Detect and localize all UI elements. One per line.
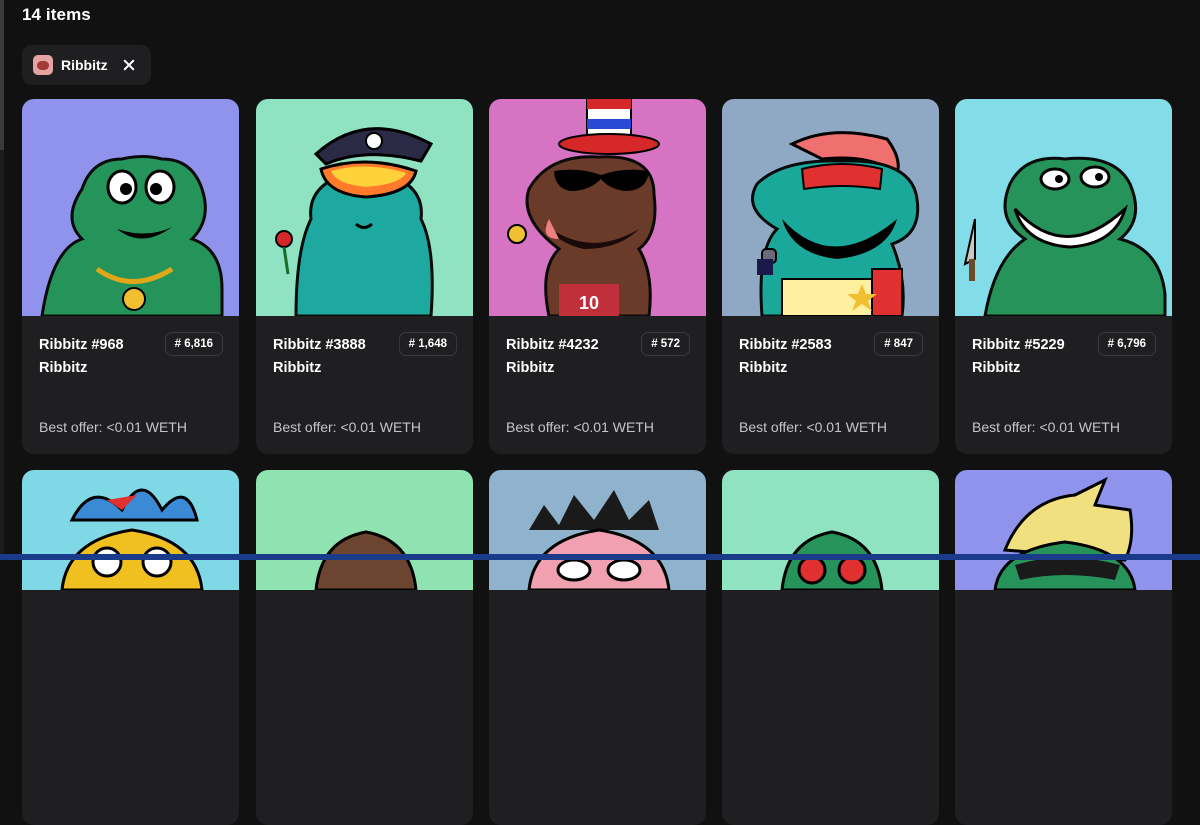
best-offer: Best offer: <0.01 WETH — [39, 419, 187, 435]
rank-badge: # 847 — [874, 332, 923, 356]
nft-image — [256, 470, 473, 590]
nft-name: Ribbitz #3888 — [273, 337, 366, 353]
item-count: 14 items — [22, 5, 91, 24]
collection-name: Ribbitz — [273, 360, 322, 376]
nft-card[interactable] — [722, 470, 939, 825]
nft-name: Ribbitz #4232 — [506, 337, 599, 353]
nft-name: Ribbitz #5229 — [972, 337, 1065, 353]
nft-image — [722, 470, 939, 590]
collection-name: Ribbitz — [506, 360, 555, 376]
rank-badge: # 6,796 — [1097, 332, 1156, 356]
nft-card[interactable]: Ribbitz #2583 # 847 Ribbitz Best offer: … — [722, 99, 939, 454]
nft-card[interactable]: 10 Ribbitz #4232 # 572 Ribbitz Best offe… — [489, 99, 706, 454]
rank-badge: # 6,816 — [164, 332, 223, 356]
collection-name: Ribbitz — [39, 360, 88, 376]
nft-name: Ribbitz #2583 — [739, 337, 832, 353]
best-offer: Best offer: <0.01 WETH — [972, 419, 1120, 435]
nft-image — [22, 99, 239, 316]
bottom-accent-bar — [0, 554, 1200, 560]
nft-image: 10 — [489, 99, 706, 316]
nft-image — [722, 99, 939, 316]
rank-badge: # 572 — [641, 332, 690, 356]
nft-image — [955, 99, 1172, 316]
nft-image — [256, 99, 473, 316]
scrollbar-thumb[interactable] — [0, 0, 4, 150]
best-offer: Best offer: <0.01 WETH — [506, 419, 654, 435]
scrollbar[interactable] — [0, 0, 4, 560]
nft-card[interactable] — [22, 470, 239, 825]
filter-chip-ribbitz[interactable]: Ribbitz — [22, 45, 151, 85]
close-icon[interactable] — [123, 59, 135, 71]
ribbitz-avatar-icon — [33, 55, 53, 75]
nft-image — [22, 470, 239, 590]
collection-name: Ribbitz — [739, 360, 788, 376]
filter-chip-label: Ribbitz — [61, 57, 108, 73]
best-offer: Best offer: <0.01 WETH — [739, 419, 887, 435]
nft-card[interactable]: Ribbitz #5229 # 6,796 Ribbitz Best offer… — [955, 99, 1172, 454]
best-offer: Best offer: <0.01 WETH — [273, 419, 421, 435]
nft-image — [955, 470, 1172, 590]
nft-name: Ribbitz #968 — [39, 337, 124, 353]
nft-card[interactable] — [955, 470, 1172, 825]
collection-name: Ribbitz — [972, 360, 1021, 376]
nft-image — [489, 470, 706, 590]
nft-card[interactable] — [489, 470, 706, 825]
rank-badge: # 1,648 — [398, 332, 457, 356]
nft-card[interactable]: Ribbitz #968 # 6,816 Ribbitz Best offer:… — [22, 99, 239, 454]
svg-text:10: 10 — [579, 293, 599, 313]
nft-card[interactable]: Ribbitz #3888 # 1,648 Ribbitz Best offer… — [256, 99, 473, 454]
nft-card[interactable] — [256, 470, 473, 825]
